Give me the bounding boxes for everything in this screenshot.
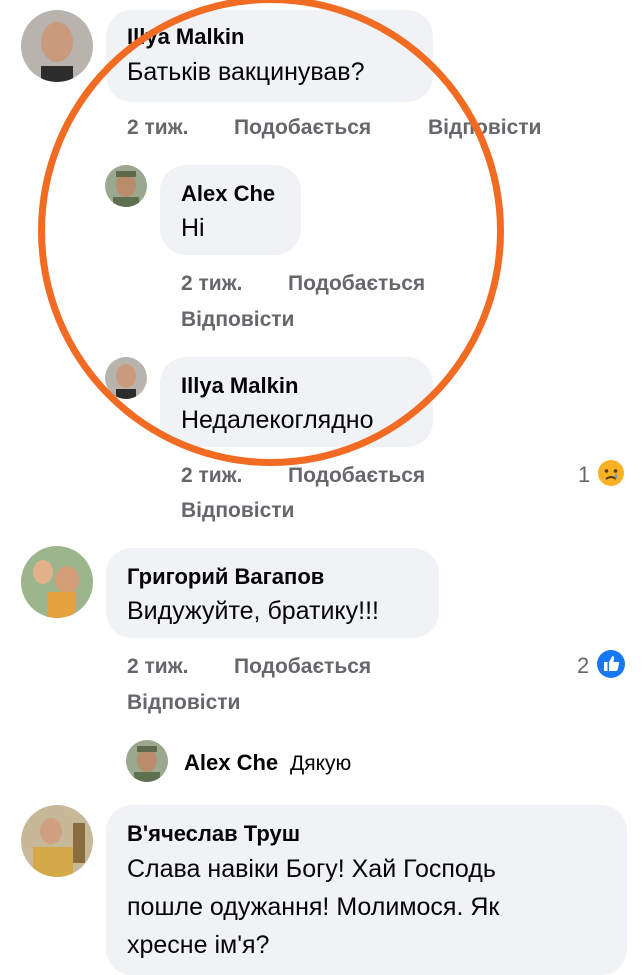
comment-author[interactable]: В'ячеслав Труш bbox=[127, 821, 300, 847]
like-button[interactable]: Подобається bbox=[288, 272, 425, 296]
comment-time[interactable]: 2 тиж. bbox=[127, 655, 188, 679]
comment-author[interactable]: Illya Malkin bbox=[127, 24, 244, 50]
comment-text-line: Слава навіки Богу! Хай Господь bbox=[127, 855, 496, 883]
avatar-alex-che[interactable] bbox=[126, 740, 168, 782]
reply-time[interactable]: 2 тиж. bbox=[181, 272, 242, 296]
reply-author[interactable]: Alex Che bbox=[181, 181, 275, 207]
like-icon[interactable] bbox=[596, 649, 626, 679]
sad-face-icon[interactable] bbox=[597, 459, 625, 487]
reply-text: Ні bbox=[181, 214, 205, 242]
reply-button[interactable]: Відповісти bbox=[181, 308, 294, 332]
reply-button[interactable]: Відповісти bbox=[428, 116, 541, 140]
reply-button[interactable]: Відповісти bbox=[127, 691, 240, 715]
comment-author[interactable]: Григорий Вагапов bbox=[127, 564, 324, 590]
comment-text-line: хресне ім'я? bbox=[127, 931, 270, 959]
avatar-grigory-vagapov[interactable] bbox=[21, 546, 93, 618]
reply-preview-text[interactable]: Дякую bbox=[290, 752, 351, 776]
like-button[interactable]: Подобається bbox=[234, 655, 371, 679]
avatar-vyacheslav-trush[interactable] bbox=[21, 805, 93, 877]
reply-button[interactable]: Відповісти bbox=[181, 499, 294, 523]
reply-text: Недалекоглядно bbox=[181, 406, 374, 434]
reaction-count[interactable]: 2 bbox=[577, 653, 589, 679]
reply-author[interactable]: Illya Malkin bbox=[181, 373, 298, 399]
avatar-alex-che[interactable] bbox=[105, 165, 147, 207]
comment-text: Батьків вакцинував? bbox=[127, 58, 365, 86]
reaction-count[interactable]: 1 bbox=[578, 462, 590, 488]
like-button[interactable]: Подобається bbox=[288, 464, 425, 488]
comment-text: Видужуйте, братику!!! bbox=[127, 597, 379, 625]
reply-time[interactable]: 2 тиж. bbox=[181, 464, 242, 488]
comment-time[interactable]: 2 тиж. bbox=[127, 116, 188, 140]
comment-text-line: пошле одужання! Молимося. Як bbox=[127, 893, 500, 921]
avatar-illya-malkin[interactable] bbox=[21, 10, 93, 82]
reply-preview-author[interactable]: Alex Che bbox=[184, 750, 278, 776]
like-button[interactable]: Подобається bbox=[234, 116, 371, 140]
avatar-illya-malkin[interactable] bbox=[105, 357, 147, 399]
